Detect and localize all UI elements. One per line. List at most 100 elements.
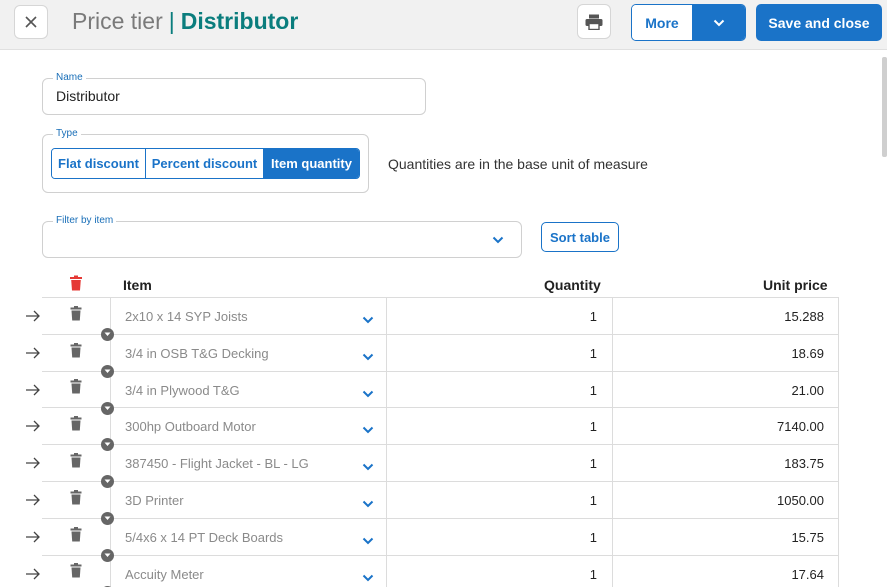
table-row: 2x10 x 14 SYP Joists 1 15.288 bbox=[26, 297, 839, 341]
unit-price-cell[interactable]: 17.64 bbox=[613, 555, 839, 587]
arrow-right-icon[interactable] bbox=[25, 419, 41, 437]
chevron-down-icon[interactable] bbox=[362, 569, 374, 587]
type-option-flat-discount[interactable]: Flat discount bbox=[52, 149, 146, 178]
more-dropdown-toggle[interactable] bbox=[692, 5, 745, 40]
title-separator: | bbox=[168, 8, 175, 34]
quantity-value: 1 bbox=[589, 419, 597, 435]
item-select[interactable]: 387450 - Flight Jacket - BL - LG bbox=[110, 445, 387, 481]
trash-icon bbox=[70, 305, 82, 326]
arrow-right-icon[interactable] bbox=[25, 309, 41, 327]
name-field[interactable]: Name Distributor bbox=[42, 72, 426, 115]
unit-price-cell[interactable]: 1050.00 bbox=[613, 481, 839, 518]
delete-row-button[interactable] bbox=[42, 482, 110, 518]
unit-price-value: 18.69 bbox=[791, 345, 824, 361]
expand-dot-icon[interactable] bbox=[101, 511, 114, 525]
delete-row-button[interactable] bbox=[42, 298, 110, 334]
more-button[interactable]: More bbox=[631, 4, 746, 41]
chevron-down-icon[interactable] bbox=[362, 385, 374, 403]
save-and-close-button[interactable]: Save and close bbox=[756, 4, 882, 41]
quantity-value: 1 bbox=[589, 309, 597, 324]
type-option-percent-discount[interactable]: Percent discount bbox=[146, 149, 264, 178]
unit-price-cell[interactable]: 7140.00 bbox=[613, 408, 839, 445]
quantity-cell[interactable]: 1 bbox=[387, 518, 613, 555]
quantity-cell[interactable]: 1 bbox=[387, 408, 613, 445]
arrow-right-icon[interactable] bbox=[25, 530, 41, 548]
delete-all-icon[interactable] bbox=[69, 275, 83, 291]
chevron-down-icon[interactable] bbox=[362, 495, 374, 513]
type-segmented-control: Flat discount Percent discount Item quan… bbox=[51, 148, 360, 179]
table-row: 300hp Outboard Motor 1 7140.00 bbox=[26, 407, 839, 452]
quantity-cell[interactable]: 1 bbox=[387, 481, 613, 518]
table-row: 5/4x6 x 14 PT Deck Boards 1 15.75 bbox=[26, 517, 839, 562]
chevron-down-icon[interactable] bbox=[362, 458, 374, 476]
quantity-value: 1 bbox=[589, 382, 597, 398]
type-field: Type Flat discount Percent discount Item… bbox=[42, 128, 369, 193]
expand-dot-icon[interactable] bbox=[101, 328, 114, 341]
name-field-value[interactable]: Distributor bbox=[56, 88, 120, 104]
price-tier-table: 2x10 x 14 SYP Joists 1 15.288 3/4 in OSB T&… bbox=[26, 297, 839, 587]
item-name: 3/4 in OSB T&G Decking bbox=[125, 345, 269, 361]
expand-dot-icon[interactable] bbox=[101, 548, 114, 562]
arrow-right-icon[interactable] bbox=[25, 346, 41, 364]
delete-row-button[interactable] bbox=[42, 335, 110, 371]
trash-icon bbox=[70, 342, 82, 363]
title-prefix: Price tier bbox=[72, 8, 163, 34]
title-name: Distributor bbox=[180, 8, 299, 34]
unit-price-cell[interactable]: 18.69 bbox=[613, 334, 839, 371]
chevron-down-icon[interactable] bbox=[362, 532, 374, 550]
item-select[interactable]: 3/4 in Plywood T&G bbox=[110, 371, 387, 408]
table-row: 387450 - Flight Jacket - BL - LG 1 183.75 bbox=[26, 444, 839, 489]
quantity-cell[interactable]: 1 bbox=[387, 445, 613, 481]
arrow-right-icon[interactable] bbox=[25, 493, 41, 511]
item-select[interactable]: 2x10 x 14 SYP Joists bbox=[110, 298, 387, 334]
arrow-right-icon[interactable] bbox=[25, 456, 41, 474]
delete-row-button[interactable] bbox=[42, 372, 110, 408]
expand-dot-icon[interactable] bbox=[101, 401, 114, 415]
unit-price-value: 17.64 bbox=[791, 566, 824, 582]
delete-row-button[interactable] bbox=[42, 445, 110, 481]
item-name: 2x10 x 14 SYP Joists bbox=[125, 309, 248, 324]
more-label[interactable]: More bbox=[632, 5, 692, 40]
chevron-down-icon[interactable] bbox=[492, 236, 504, 244]
trash-icon bbox=[70, 563, 82, 583]
item-select[interactable]: Accuity Meter bbox=[110, 555, 387, 587]
page-title: Price tier | Distributor bbox=[72, 7, 298, 35]
quantity-cell[interactable]: 1 bbox=[387, 555, 613, 587]
item-select[interactable]: 3D Printer bbox=[110, 481, 387, 518]
item-name: 387450 - Flight Jacket - BL - LG bbox=[125, 456, 309, 472]
arrow-right-icon[interactable] bbox=[25, 567, 41, 585]
arrow-right-icon[interactable] bbox=[25, 383, 41, 401]
item-name: 3D Printer bbox=[125, 492, 184, 508]
unit-price-value: 21.00 bbox=[791, 382, 824, 398]
expand-dot-icon[interactable] bbox=[101, 364, 114, 378]
close-button[interactable] bbox=[14, 5, 48, 39]
column-header-unit-price: Unit price bbox=[763, 277, 828, 293]
unit-price-cell[interactable]: 183.75 bbox=[613, 445, 839, 481]
trash-icon bbox=[70, 489, 82, 510]
item-select[interactable]: 5/4x6 x 14 PT Deck Boards bbox=[110, 518, 387, 555]
chevron-down-icon[interactable] bbox=[362, 348, 374, 366]
item-select[interactable]: 300hp Outboard Motor bbox=[110, 408, 387, 445]
delete-row-button[interactable] bbox=[42, 408, 110, 444]
delete-row-button[interactable] bbox=[42, 556, 110, 587]
unit-price-cell[interactable]: 15.288 bbox=[613, 298, 839, 334]
sort-table-button[interactable]: Sort table bbox=[541, 222, 619, 252]
filter-by-item-field[interactable]: Filter by item bbox=[42, 215, 522, 258]
quantity-cell[interactable]: 1 bbox=[387, 298, 613, 334]
top-bar: Price tier | Distributor More Save and clo… bbox=[0, 0, 887, 50]
table-row: 3/4 in OSB T&G Decking 1 18.69 bbox=[26, 333, 839, 378]
unit-price-value: 15.288 bbox=[784, 309, 824, 324]
unit-price-cell[interactable]: 21.00 bbox=[613, 371, 839, 408]
print-button[interactable] bbox=[577, 4, 611, 39]
delete-row-button[interactable] bbox=[42, 519, 110, 555]
type-field-label: Type bbox=[53, 128, 81, 139]
chevron-down-icon[interactable] bbox=[362, 421, 374, 439]
quantity-cell[interactable]: 1 bbox=[387, 334, 613, 371]
column-header-item: Item bbox=[123, 277, 152, 293]
page-scrollbar[interactable] bbox=[882, 57, 887, 157]
type-option-item-quantity[interactable]: Item quantity bbox=[264, 149, 359, 178]
item-select[interactable]: 3/4 in OSB T&G Decking bbox=[110, 334, 387, 371]
chevron-down-icon[interactable] bbox=[362, 311, 374, 329]
unit-price-cell[interactable]: 15.75 bbox=[613, 518, 839, 555]
quantity-cell[interactable]: 1 bbox=[387, 371, 613, 408]
